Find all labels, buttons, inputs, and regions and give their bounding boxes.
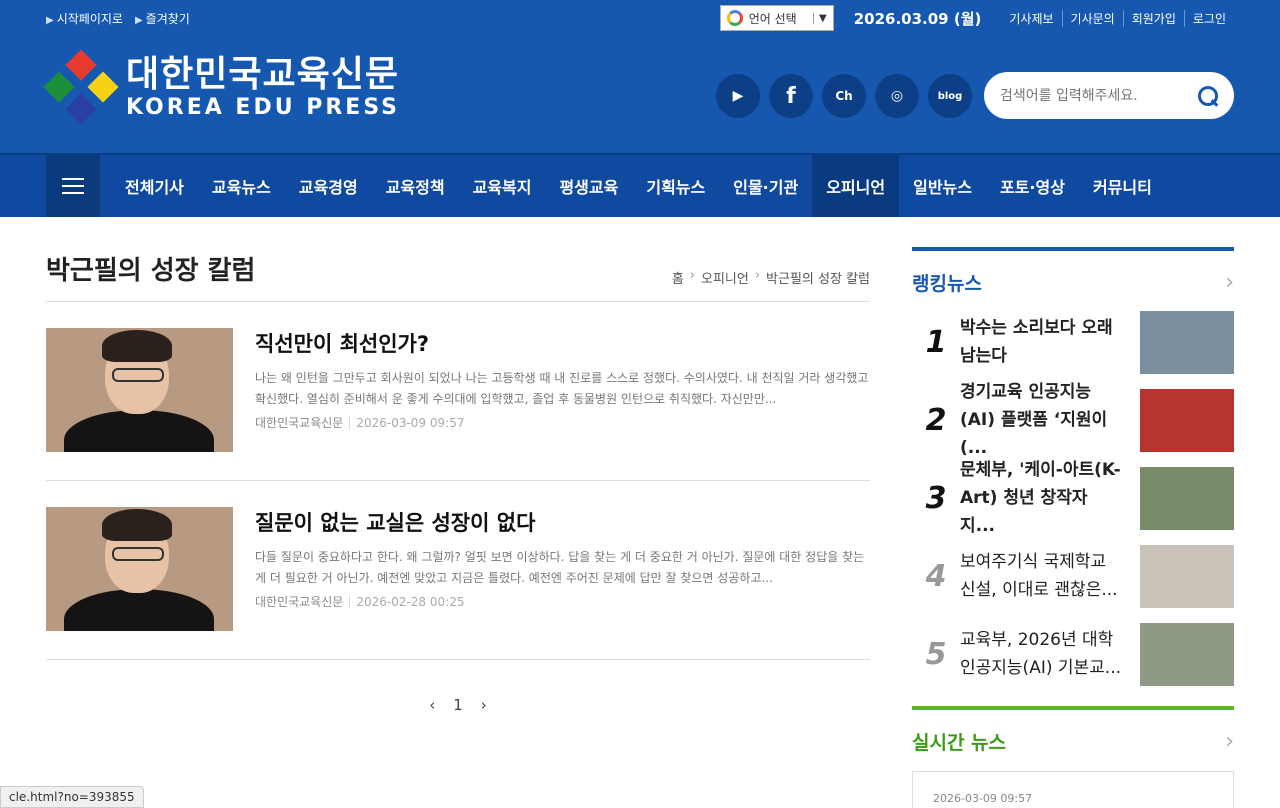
nav-items: 전체기사 교육뉴스 교육경영 교육정책 교육복지 평생교육 기획뉴스 인물·기관 오피니언 일반뉴… <box>111 155 1166 217</box>
ranking-title-text[interactable]: 보여주기식 국제학교 신설, 이대로 괜찮은... <box>960 548 1140 604</box>
prev-page-button[interactable]: ‹ <box>429 696 435 714</box>
youtube-icon[interactable]: ▶ <box>716 74 760 118</box>
main-nav: 전체기사 교육뉴스 교육경영 교육정책 교육복지 평생교육 기획뉴스 인물·기관 오피니언 일반뉴… <box>0 153 1280 217</box>
nav-item[interactable]: 포토·영상 <box>986 155 1079 217</box>
site-logo[interactable]: 대한민국교육신문 KOREA EDU PRESS <box>43 49 401 125</box>
ranking-list: 1 박수는 소리보다 오래 남는다 2 경기교육 인공지능(AI) 플랫폼 ‘지원이(… <box>912 310 1234 686</box>
breadcrumb-current[interactable]: 박근필의 성장 칼럼 <box>766 268 870 287</box>
kakao-channel-icon[interactable]: Ch <box>822 74 866 118</box>
logo-korean-text: 대한민국교육신문 <box>126 53 399 95</box>
ranking-item[interactable]: 2 경기교육 인공지능(AI) 플랫폼 ‘지원이(... <box>912 382 1234 458</box>
live-news-header: 실시간 뉴스 › <box>912 706 1234 755</box>
ranking-thumbnail[interactable] <box>1140 466 1234 530</box>
dropdown-arrow-icon: ▼ <box>813 12 827 24</box>
breadcrumb-opinion[interactable]: 오피니언 <box>701 268 749 287</box>
top-bar: ▶ 시작페이지로 ▶ 즐겨찾기 언어 선택 ▼ 2026.03.09 (월) 기사제… <box>46 0 1234 36</box>
nav-item[interactable]: 교육정책 <box>372 155 459 217</box>
article-summary[interactable]: 나는 왜 인턴을 그만두고 회사원이 되었나 나는 고등학생 때 내 진로를 스… <box>255 368 870 410</box>
ranking-item[interactable]: 5 교육부, 2026년 대학 인공지능(AI) 기본교... <box>912 622 1234 686</box>
status-bar-url: cle.html?no=393855 <box>0 786 144 808</box>
breadcrumb-home[interactable]: 홈 <box>672 268 684 287</box>
live-news-box: 2026-03-09 09:57 <box>912 771 1234 808</box>
language-select[interactable]: 언어 선택 ▼ <box>719 5 834 31</box>
chevron-right-icon[interactable]: › <box>1225 729 1234 754</box>
nav-item[interactable]: 평생교육 <box>545 155 632 217</box>
search-icon[interactable] <box>1198 85 1218 106</box>
nav-item[interactable]: 인물·기관 <box>719 155 812 217</box>
nav-item[interactable]: 커뮤니티 <box>1079 155 1166 217</box>
inquiry-link[interactable]: 기사문의 <box>1061 9 1123 27</box>
ranking-title-text[interactable]: 경기교육 인공지능(AI) 플랫폼 ‘지원이(... <box>960 378 1140 462</box>
nav-item[interactable]: 교육뉴스 <box>198 155 285 217</box>
chevron-right-icon: › <box>754 268 761 283</box>
article-item[interactable]: 질문이 없는 교실은 성장이 없다 다들 질문이 중요하다고 한다. 왜 그럴까… <box>46 481 870 660</box>
nav-item[interactable]: 교육복지 <box>459 155 546 217</box>
nav-item[interactable]: 전체기사 <box>111 155 198 217</box>
instagram-icon[interactable]: ◎ <box>875 74 919 118</box>
live-news-title[interactable]: 실시간 뉴스 <box>912 728 1006 755</box>
pagination: ‹ 1 › <box>46 696 870 714</box>
article-thumbnail[interactable] <box>46 507 233 631</box>
chevron-right-icon: › <box>689 268 695 283</box>
report-link[interactable]: 기사제보 <box>1001 10 1061 27</box>
account-links: 기사제보 기사문의 회원가입 로그인 <box>1001 9 1234 27</box>
login-link[interactable]: 로그인 <box>1183 9 1234 27</box>
ranking-thumbnail[interactable] <box>1140 310 1234 374</box>
article-summary[interactable]: 다들 질문이 중요하다고 한다. 왜 그럴까? 얼핏 보면 이상하다. 답을 찾… <box>255 547 870 589</box>
bookmark-link[interactable]: ▶ 즐겨찾기 <box>135 10 190 27</box>
breadcrumb: 홈 › 오피니언 › 박근필의 성장 칼럼 <box>672 268 870 287</box>
article-author: 대한민국교육신문 <box>255 595 344 609</box>
ranking-thumbnail[interactable] <box>1140 544 1234 608</box>
article-author: 대한민국교육신문 <box>255 416 344 430</box>
ranking-header: 랭킹뉴스 › <box>912 247 1234 296</box>
article-date: 2026-03-09 09:57 <box>349 416 465 430</box>
sidebar: 랭킹뉴스 › 1 박수는 소리보다 오래 남는다 2 경기교육 인공지능(AI) 플랫… <box>912 247 1234 808</box>
blog-icon[interactable]: blog <box>928 74 972 118</box>
chevron-right-icon[interactable]: › <box>1225 270 1234 295</box>
live-news-date: 2026-03-09 09:57 <box>933 792 1033 805</box>
start-page-link[interactable]: ▶ 시작페이지로 <box>46 10 123 27</box>
page-number-1[interactable]: 1 <box>453 696 463 714</box>
ranking-title-text[interactable]: 교육부, 2026년 대학 인공지능(AI) 기본교... <box>960 626 1140 682</box>
nav-item[interactable]: 일반뉴스 <box>899 155 986 217</box>
ranking-title-text[interactable]: 문체부, '케이-아트(K-Art) 청년 창작자 지... <box>960 456 1140 540</box>
logo-mark-icon <box>43 49 119 125</box>
triangle-icon: ▶ <box>134 14 143 26</box>
article-date: 2026-02-28 00:25 <box>349 595 465 609</box>
nav-item[interactable]: 오피니언 <box>812 155 900 217</box>
ranking-number: 5 <box>925 636 947 672</box>
logo-english-text: KOREA EDU PRESS <box>126 94 401 120</box>
ranking-thumbnail[interactable] <box>1140 388 1234 452</box>
ranking-number: 4 <box>925 558 947 594</box>
ranking-item[interactable]: 1 박수는 소리보다 오래 남는다 <box>912 310 1234 374</box>
ranking-title[interactable]: 랭킹뉴스 <box>912 269 982 296</box>
ranking-item[interactable]: 3 문체부, '케이-아트(K-Art) 청년 창작자 지... <box>912 460 1234 536</box>
ranking-title-text[interactable]: 박수는 소리보다 오래 남는다 <box>960 314 1140 370</box>
ranking-item[interactable]: 4 보여주기식 국제학교 신설, 이대로 괜찮은... <box>912 544 1234 608</box>
article-list-section: 박근필의 성장 칼럼 홈 › 오피니언 › 박근필의 성장 칼럼 직선만이 최선… <box>46 247 870 808</box>
social-links: ▶ f Ch ◎ blog <box>716 74 972 118</box>
signup-link[interactable]: 회원가입 <box>1122 9 1184 27</box>
article-title[interactable]: 질문이 없는 교실은 성장이 없다 <box>255 507 870 537</box>
current-date: 2026.03.09 (월) <box>853 9 982 28</box>
site-header: ▶ 시작페이지로 ▶ 즐겨찾기 언어 선택 ▼ 2026.03.09 (월) 기사제… <box>0 0 1280 153</box>
hamburger-menu-button[interactable] <box>46 155 100 217</box>
facebook-icon[interactable]: f <box>769 74 813 118</box>
article-thumbnail[interactable] <box>46 328 233 452</box>
nav-item[interactable]: 기획뉴스 <box>632 155 719 217</box>
search-input[interactable] <box>1000 87 1198 104</box>
search-box <box>984 72 1234 119</box>
ranking-thumbnail[interactable] <box>1140 622 1234 686</box>
page-title: 박근필의 성장 칼럼 <box>46 256 256 286</box>
ranking-number: 1 <box>925 324 947 360</box>
article-title[interactable]: 직선만이 최선인가? <box>255 328 870 358</box>
nav-item[interactable]: 교육경영 <box>285 155 372 217</box>
article-item[interactable]: 직선만이 최선인가? 나는 왜 인턴을 그만두고 회사원이 되었나 나는 고등학… <box>46 302 870 481</box>
ranking-number: 2 <box>925 402 947 438</box>
google-icon <box>726 10 743 26</box>
triangle-icon: ▶ <box>46 14 54 26</box>
ranking-number: 3 <box>925 480 947 516</box>
next-page-button[interactable]: › <box>481 696 487 714</box>
